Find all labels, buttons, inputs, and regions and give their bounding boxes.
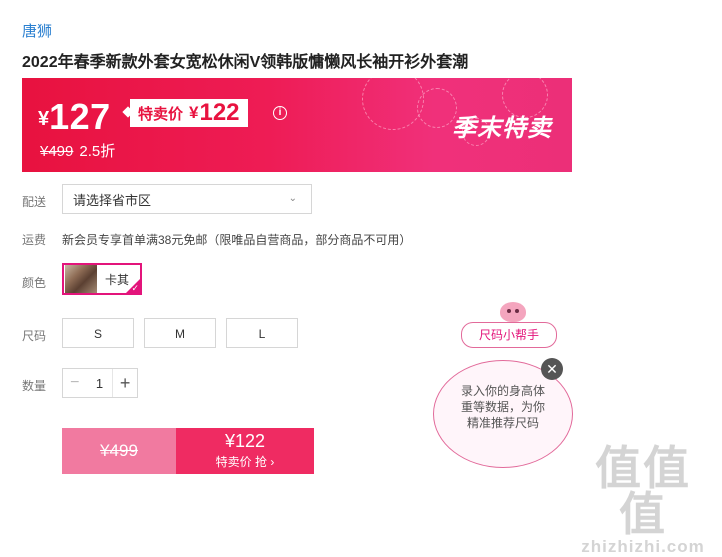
color-thumbnail — [65, 265, 97, 293]
discount-label: 2.5折 — [79, 143, 116, 160]
region-placeholder: 请选择省市区 — [73, 192, 152, 208]
watermark-url: zhizhizhi.com — [581, 537, 705, 556]
color-label: 颜色 — [22, 276, 47, 290]
bubble-line: 重等数据，为你 — [460, 400, 545, 414]
quantity-stepper: − 1 + — [62, 368, 138, 398]
delivery-label: 配送 — [22, 195, 47, 209]
size-helper: 尺码小帮手 录入你的身高体 重等数据，为你 精准推荐尺码 ✕ — [425, 300, 585, 470]
buy-special-price: ¥122 — [224, 431, 266, 451]
buy-original-price-button[interactable]: ¥499 — [62, 428, 176, 474]
size-helper-button[interactable]: 尺码小帮手 — [461, 322, 557, 348]
info-icon[interactable]: i — [273, 106, 287, 120]
special-price-tag: 特卖价 ¥122 — [130, 99, 248, 127]
size-option-m[interactable]: M — [144, 318, 216, 348]
shipping-label: 运费 — [22, 233, 47, 247]
quantity-value[interactable]: 1 — [87, 376, 113, 391]
size-option-s[interactable]: S — [62, 318, 134, 348]
current-price: ¥127 — [38, 96, 111, 137]
bubble-line: 录入你的身高体 — [460, 384, 545, 398]
buy-special-sub: 特卖价 抢 › — [215, 455, 275, 469]
check-icon: ✓ — [131, 283, 139, 293]
watermark: 值值值 zhizhizhi.com — [573, 445, 713, 557]
size-option-l[interactable]: L — [226, 318, 298, 348]
size-label: 尺码 — [22, 329, 47, 343]
buy-special-price-button[interactable]: ¥122 特卖价 抢 › — [176, 428, 314, 474]
bubble-line: 精准推荐尺码 — [466, 416, 539, 430]
season-sale-label: 季末特卖 — [452, 115, 552, 142]
plus-button[interactable]: + — [112, 369, 137, 397]
brand-link[interactable]: 唐狮 — [22, 20, 52, 41]
price-banner: ¥127 特卖价 ¥122 i ¥499 2.5折 季末特卖 — [22, 78, 572, 172]
shipping-info: 新会员专享首单满38元免邮（限唯品自营商品，部分商品不可用） — [62, 233, 412, 247]
region-select[interactable]: 请选择省市区 ⌄ — [62, 184, 312, 214]
quantity-label: 数量 — [22, 379, 47, 393]
original-price: ¥499 — [40, 143, 74, 160]
mascot-icon — [500, 302, 526, 322]
product-title: 2022年春季新款外套女宽松休闲V领韩版慵懒风长袖开衫外套潮 — [22, 54, 469, 71]
original-price-row: ¥499 2.5折 — [40, 140, 115, 161]
minus-button[interactable]: − — [63, 369, 87, 397]
close-icon[interactable]: ✕ — [541, 358, 563, 380]
watermark-logo: 值值值 — [595, 442, 691, 540]
chevron-down-icon: ⌄ — [288, 193, 297, 204]
color-option-khaki[interactable]: 卡其 ✓ — [62, 263, 142, 295]
